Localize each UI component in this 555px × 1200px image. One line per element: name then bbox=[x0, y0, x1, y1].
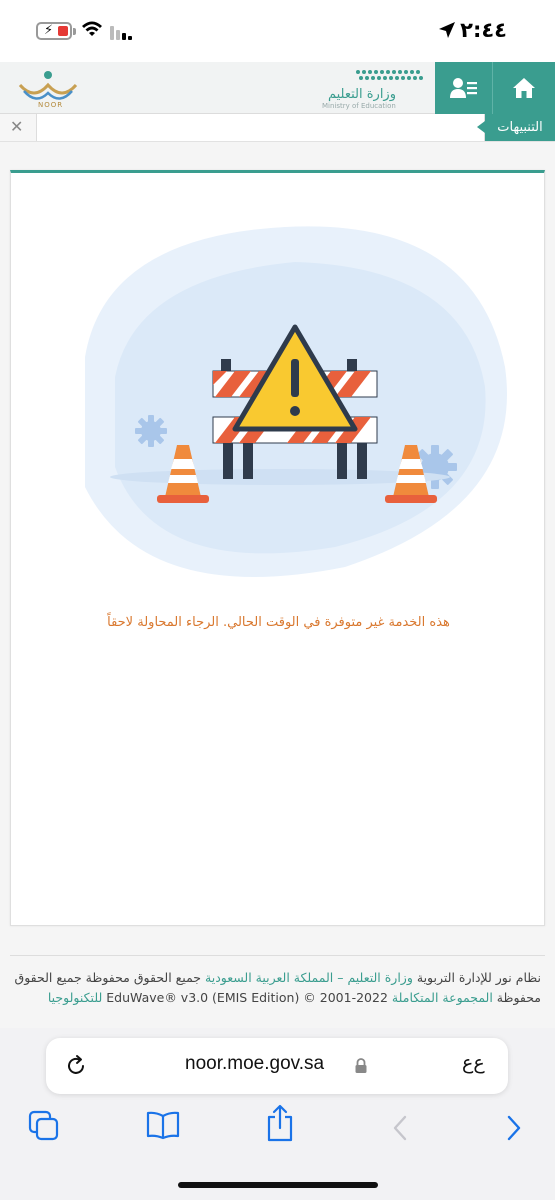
wifi-icon bbox=[82, 21, 102, 36]
main-panel: هذه الخدمة غير متوفرة في الوقت الحالي. ا… bbox=[10, 170, 545, 926]
service-unavailable-message: هذه الخدمة غير متوفرة في الوقت الحالي. ا… bbox=[107, 615, 450, 630]
alerts-close-icon[interactable]: ✕ bbox=[10, 117, 23, 136]
footer-text-1: نظام نور للإدارة التربوية bbox=[412, 970, 541, 985]
footer-divider bbox=[10, 955, 545, 956]
home-indicator bbox=[178, 1182, 378, 1188]
users-list-icon bbox=[449, 78, 477, 98]
url-text[interactable]: noor.moe.gov.sa bbox=[185, 1053, 324, 1075]
alerts-ticker bbox=[36, 114, 485, 141]
footer-text-3: EduWave® v3.0 (EMIS Edition) © 2001-2022 bbox=[102, 990, 392, 1005]
footer: نظام نور للإدارة التربوية وزارة التعليم … bbox=[14, 968, 541, 1008]
bookmarks-icon[interactable] bbox=[146, 1110, 180, 1140]
users-list-button[interactable] bbox=[435, 62, 493, 114]
noor-label: NOOR bbox=[38, 101, 64, 109]
status-bar: ⚡ ٢:٤٤ bbox=[0, 0, 555, 62]
footer-tech-link[interactable]: للتكنولوجيا bbox=[48, 990, 102, 1005]
signal-icon bbox=[110, 26, 132, 40]
alerts-bar: ✕ التنبيهات bbox=[0, 114, 555, 142]
home-icon bbox=[513, 78, 535, 98]
alerts-tab[interactable]: التنبيهات bbox=[477, 114, 555, 141]
reload-icon[interactable] bbox=[64, 1054, 88, 1078]
service-unavailable-illustration bbox=[85, 226, 507, 577]
location-arrow-icon bbox=[439, 22, 455, 38]
moe-name-english: Ministry of Education bbox=[322, 102, 396, 110]
lock-icon bbox=[355, 1058, 367, 1073]
footer-moe-link[interactable]: وزارة التعليم – المملكة العربية السعودية bbox=[205, 970, 413, 985]
share-icon[interactable] bbox=[266, 1104, 294, 1142]
footer-itg-link[interactable]: المجموعة المتكاملة bbox=[392, 990, 493, 1005]
home-button[interactable] bbox=[493, 62, 555, 114]
gear-icon-left bbox=[135, 415, 167, 447]
status-time: ٢:٤٤ bbox=[460, 18, 507, 42]
moe-name-arabic: وزارة التعليم bbox=[327, 87, 396, 102]
back-icon[interactable] bbox=[390, 1114, 410, 1142]
app-header: NOOR وزارة التعليم Ministry of Education bbox=[0, 62, 555, 114]
reader-options-button[interactable]: ﻉﻉ bbox=[462, 1052, 485, 1074]
tabs-icon[interactable] bbox=[28, 1110, 60, 1142]
battery-icon: ⚡ bbox=[36, 22, 76, 40]
forward-icon[interactable] bbox=[504, 1114, 524, 1142]
